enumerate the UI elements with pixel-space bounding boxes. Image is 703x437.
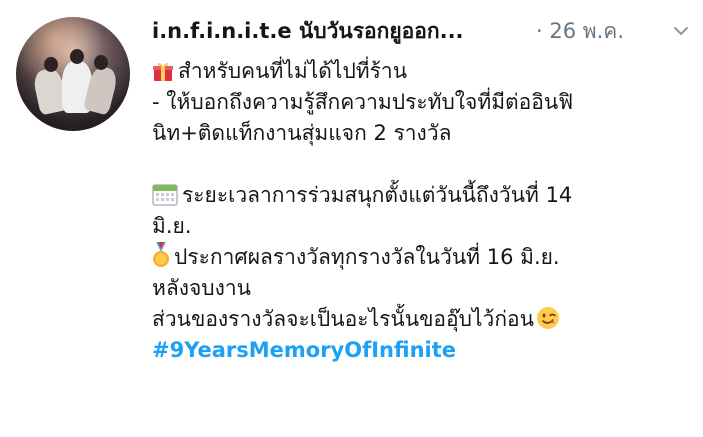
- hashtag-link[interactable]: #9YearsMemoryOfInfinite: [152, 335, 697, 366]
- tweet-header: i.n.f.i.n.i.t.e นับวันรอกยูออก... · 26 พ…: [152, 14, 692, 48]
- gift-icon: [153, 62, 173, 81]
- tweet-text: ประกาศผลรางวัลทุกรางวัลในวันที่ 16 มิ.ย.: [174, 245, 560, 269]
- avatar-head: [44, 57, 58, 72]
- winking-face-icon: [537, 307, 560, 329]
- avatar-head: [70, 49, 84, 64]
- author-name[interactable]: i.n.f.i.n.i.t.e นับวันรอกยูออก...: [152, 14, 464, 48]
- calendar-icon: [152, 184, 178, 206]
- tweet-line: สำหรับคนที่ไม่ได้ไปที่ร้าน: [152, 56, 697, 87]
- tweet-body: สำหรับคนที่ไม่ได้ไปที่ร้าน - ให้บอกถึงคว…: [152, 56, 697, 366]
- tweet-line: ระยะเวลาการร่วมสนุกตั้งแต่วันนี้ถึงวันที…: [152, 180, 697, 211]
- tweet-line: ส่วนของรางวัลจะเป็นอะไรนั้นขออุ๊บไว้ก่อน: [152, 304, 697, 335]
- chevron-down-icon[interactable]: [672, 22, 690, 40]
- tweet-text: สำหรับคนที่ไม่ได้ไปที่ร้าน: [178, 59, 408, 83]
- tweet-line: ประกาศผลรางวัลทุกรางวัลในวันที่ 16 มิ.ย.: [152, 242, 697, 273]
- tweet-line: - ให้บอกถึงความรู้สึกความประทับใจที่มีต่…: [152, 90, 574, 114]
- tweet-text: ระยะเวลาการร่วมสนุกตั้งแต่วันนี้ถึงวันที…: [182, 183, 573, 207]
- medal-icon: [153, 242, 169, 267]
- tweet-date[interactable]: · 26 พ.ค.: [536, 14, 624, 48]
- avatar[interactable]: [16, 17, 130, 131]
- tweet-line: นิท+ติดแท็กงานสุ่มแจก 2 รางวัล: [152, 121, 452, 145]
- tweet-text: ส่วนของรางวัลจะเป็นอะไรนั้นขออุ๊บไว้ก่อน: [152, 307, 535, 331]
- avatar-head: [94, 55, 108, 70]
- tweet-line: หลังจบงาน: [152, 276, 252, 300]
- tweet-line: มิ.ย.: [152, 214, 192, 238]
